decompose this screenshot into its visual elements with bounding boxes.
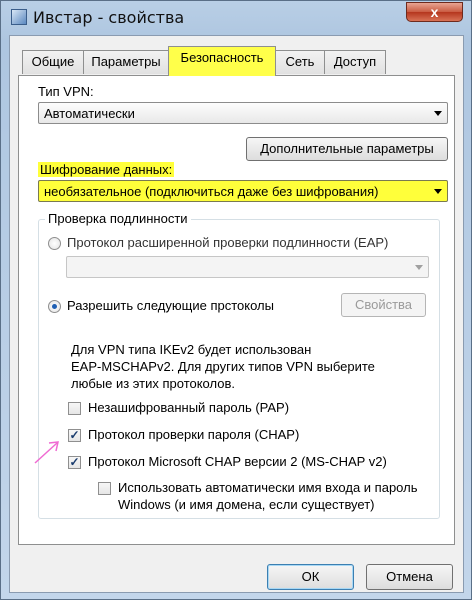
pap-label: Незашифрованный пароль (PAP) (88, 400, 290, 415)
properties-window: Ивстар - свойства x Общие Параметры Безо… (0, 0, 472, 600)
network-connection-icon (11, 9, 27, 25)
eap-radio[interactable] (48, 237, 61, 250)
security-tab-page: Тип VPN: Автоматически Дополнительные па… (18, 75, 455, 545)
chap-label: Протокол проверки пароля (CHAP) (88, 427, 300, 442)
eap-method-select[interactable] (66, 256, 429, 278)
advanced-settings-button[interactable]: Дополнительные параметры (246, 137, 448, 161)
ok-button[interactable]: ОК (267, 564, 354, 590)
auto-login-label-line-1: Использовать автоматически имя входа и п… (118, 480, 418, 495)
encryption-label: Шифрование данных: (38, 162, 175, 177)
vpn-type-select[interactable]: Автоматически (38, 102, 448, 124)
eap-radio-label: Протокол расширенной проверки подлинност… (67, 235, 389, 250)
info-text-line-3: любые из этих протоколов. (71, 376, 235, 391)
tab-security[interactable]: Безопасность (168, 46, 276, 76)
chevron-down-icon (434, 111, 442, 116)
close-button[interactable]: x (406, 2, 463, 22)
title-bar: Ивстар - свойства x (1, 1, 471, 35)
encryption-select[interactable]: необязательное (подключиться даже без ши… (38, 180, 448, 202)
annotation-arrow-icon (34, 441, 59, 464)
tab-general[interactable]: Общие (22, 50, 84, 74)
dialog-body: Общие Параметры Безопасность Сеть Доступ… (9, 35, 464, 593)
properties-button[interactable]: Свойства (341, 293, 426, 317)
authentication-group-title: Проверка подлинности (45, 211, 191, 226)
tab-parameters[interactable]: Параметры (83, 50, 169, 74)
encryption-value: необязательное (подключиться даже без ши… (44, 184, 379, 199)
tab-access[interactable]: Доступ (324, 50, 386, 74)
chevron-down-icon (434, 189, 442, 194)
auto-login-label-line-2: Windows (и имя домена, если существует) (118, 497, 375, 512)
mschapv2-checkbox[interactable]: ✓ (68, 456, 81, 469)
pap-checkbox[interactable] (68, 402, 81, 415)
info-text-line-2: EAP-MSCHAPv2. Для других типов VPN выбер… (71, 359, 375, 374)
mschapv2-label: Протокол Microsoft CHAP версии 2 (MS-CHA… (88, 454, 387, 469)
chevron-down-icon (415, 265, 423, 270)
chap-checkbox[interactable]: ✓ (68, 429, 81, 442)
vpn-type-value: Автоматически (44, 106, 135, 121)
allow-protocols-radio[interactable] (48, 300, 61, 313)
allow-protocols-label: Разрешить следующие прстоколы (67, 298, 274, 313)
auto-login-checkbox[interactable] (98, 482, 111, 495)
vpn-type-label: Тип VPN: (38, 84, 94, 99)
window-title: Ивстар - свойства (33, 8, 185, 27)
cancel-button[interactable]: Отмена (366, 564, 453, 590)
info-text-line-1: Для VPN типа IKEv2 будет использован (71, 342, 312, 357)
tab-network[interactable]: Сеть (275, 50, 325, 74)
